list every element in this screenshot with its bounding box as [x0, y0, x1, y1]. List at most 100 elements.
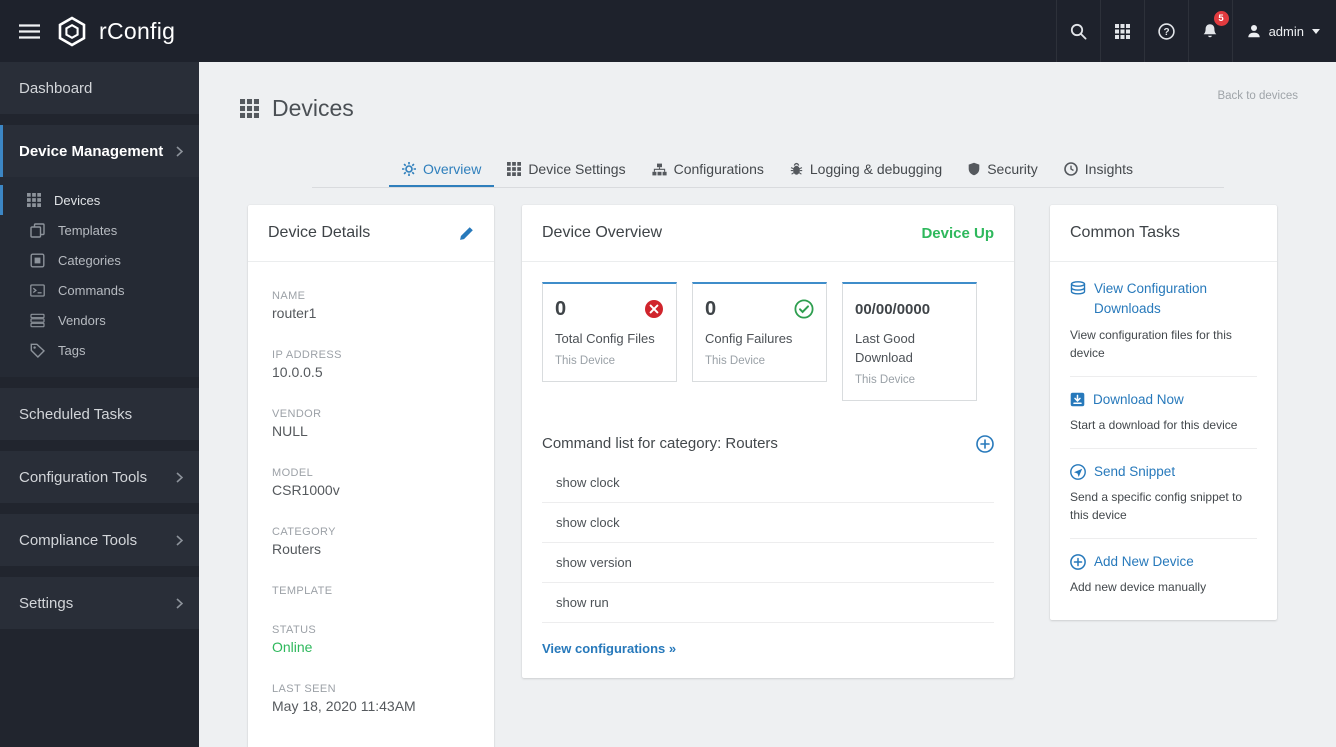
apps-grid-icon [1114, 23, 1130, 39]
download-icon [1070, 392, 1085, 410]
svg-text:?: ? [1163, 27, 1169, 38]
notifications-button[interactable]: 5 [1187, 0, 1232, 62]
pencil-icon [459, 226, 474, 241]
device-overview-card: Device Overview Device Up 0 Total Config… [522, 205, 1014, 678]
sidebar-subitem-tags[interactable]: Tags [0, 335, 199, 365]
command-item: show version [542, 543, 994, 583]
sidebar-subitem-devices[interactable]: Devices [0, 185, 199, 215]
sidebar-section-device-management: Device Management Devices Templates Cate… [0, 125, 199, 377]
vendors-server-icon [30, 313, 45, 328]
device-details-body: NAME router1 IP ADDRESS 10.0.0.5 VENDOR … [248, 262, 494, 747]
common-tasks-header: Common Tasks [1050, 205, 1277, 262]
sidebar-subitem-categories[interactable]: Categories [0, 245, 199, 275]
devices-grid-icon [240, 99, 259, 118]
tab-label: Overview [422, 161, 482, 177]
brand-name: rConfig [99, 17, 176, 44]
menu-toggle-button[interactable] [0, 0, 58, 62]
cogs-icon [401, 162, 416, 176]
rconfig-logo-icon [58, 16, 86, 47]
sidebar-item-label: Device Management [19, 142, 164, 160]
task-label: View Configuration Downloads [1094, 281, 1208, 317]
stat-config-failures: 0 Config Failures This Device [692, 282, 827, 382]
add-command-button[interactable] [976, 434, 994, 453]
sidebar-subitem-templates[interactable]: Templates [0, 215, 199, 245]
chevron-right-icon [176, 471, 183, 483]
search-button[interactable] [1055, 0, 1100, 62]
field-ip-address: IP ADDRESS 10.0.0.5 [272, 349, 342, 380]
view-configuration-downloads-link[interactable]: View Configuration Downloads [1070, 279, 1257, 320]
common-tasks-body: View Configuration Downloads View config… [1050, 262, 1277, 620]
task-label: Send Snippet [1094, 463, 1176, 479]
command-list-title: Command list for category: Routers [542, 435, 778, 453]
help-button[interactable]: ? [1143, 0, 1188, 62]
times-circle-icon [644, 299, 664, 319]
topbar: rConfig ? 5 admin [0, 0, 1336, 62]
task-label: Download Now [1093, 391, 1184, 407]
command-list-header: Command list for category: Routers [542, 434, 994, 453]
tag-icon [30, 343, 45, 358]
tab-label: Device Settings [528, 161, 626, 177]
page-header: Devices Back to devices [199, 62, 1336, 122]
field-status: STATUS Online [272, 624, 470, 656]
tab-label: Configurations [673, 161, 764, 177]
tab-security[interactable]: Security [955, 152, 1051, 187]
tab-logging-debugging[interactable]: Logging & debugging [777, 152, 955, 187]
database-icon [1070, 281, 1086, 320]
task-add-new-device: Add New Device Add new device manually [1070, 539, 1257, 610]
tab-overview[interactable]: Overview [388, 152, 495, 187]
chevron-right-icon [176, 597, 183, 609]
download-now-link[interactable]: Download Now [1070, 390, 1257, 410]
plus-circle-icon [1070, 554, 1086, 572]
search-icon [1070, 23, 1087, 40]
sidebar-item-label: Settings [19, 594, 74, 612]
device-overview-header: Device Overview Device Up [522, 205, 1014, 262]
sidebar-item-compliance-tools[interactable]: Compliance Tools [0, 514, 199, 566]
user-menu[interactable]: admin [1231, 0, 1336, 62]
field-model: MODEL CSR1000v [272, 467, 340, 498]
device-details-card: Device Details NAME router1 IP ADDRESS 1… [248, 205, 494, 747]
subitem-label: Vendors [58, 312, 106, 328]
edit-device-button[interactable] [459, 226, 474, 241]
sidebar-item-dashboard[interactable]: Dashboard [0, 62, 199, 114]
device-details-header: Device Details [248, 205, 494, 262]
sidebar-subitem-vendors[interactable]: Vendors [0, 305, 199, 335]
back-to-devices-link[interactable]: Back to devices [1217, 90, 1298, 102]
add-new-device-link[interactable]: Add New Device [1070, 552, 1257, 572]
sidebar: Dashboard Device Management Devices Temp… [0, 62, 199, 747]
field-category: CATEGORY Routers [272, 526, 336, 557]
send-snippet-link[interactable]: Send Snippet [1070, 462, 1257, 482]
brand[interactable]: rConfig [58, 16, 175, 47]
bug-icon [790, 162, 803, 176]
notification-badge: 5 [1213, 11, 1229, 26]
sidebar-item-scheduled-tasks[interactable]: Scheduled Tasks [0, 388, 199, 440]
card-title: Device Overview [542, 224, 663, 241]
send-icon [1070, 463, 1086, 482]
tab-device-settings[interactable]: Device Settings [494, 152, 638, 187]
sidebar-item-label: Compliance Tools [19, 531, 138, 549]
stat-total-config-files: 0 Total Config Files This Device [542, 282, 677, 382]
view-configurations-link[interactable]: View configurations » [542, 641, 676, 656]
tab-insights[interactable]: Insights [1051, 152, 1146, 187]
subitem-label: Commands [58, 282, 125, 298]
tab-configurations[interactable]: Configurations [639, 152, 777, 187]
sidebar-item-label: Dashboard [19, 79, 93, 97]
bell-icon [1202, 23, 1218, 40]
common-tasks-card: Common Tasks View Configuration Download… [1050, 205, 1277, 620]
history-clock-icon [1063, 162, 1078, 176]
status-value: Online [272, 639, 313, 655]
check-circle-icon [794, 299, 814, 319]
sidebar-item-configuration-tools[interactable]: Configuration Tools [0, 451, 199, 503]
device-management-submenu: Devices Templates Categories Commands Ve… [0, 177, 199, 377]
sidebar-subitem-commands[interactable]: Commands [0, 275, 199, 305]
subitem-label: Templates [58, 222, 118, 238]
user-icon [1247, 24, 1261, 38]
card-title: Device Details [268, 224, 371, 241]
sitemap-icon [651, 163, 667, 176]
task-download-now: Download Now Start a download for this d… [1070, 377, 1257, 449]
sidebar-item-device-management[interactable]: Device Management [0, 125, 199, 177]
terminal-icon [30, 283, 45, 298]
field-vendor: VENDOR NULL [272, 408, 322, 439]
sidebar-item-settings[interactable]: Settings [0, 577, 199, 629]
task-view-configuration-downloads: View Configuration Downloads View config… [1070, 266, 1257, 377]
apps-button[interactable] [1099, 0, 1144, 62]
